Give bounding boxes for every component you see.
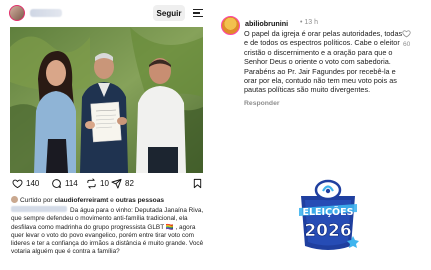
eleicoes-2026-logo: ELEIÇÕES 2026 [299,179,359,250]
comment-icon [52,179,61,188]
more-options-icon[interactable] [193,9,203,17]
commenter-avatar[interactable] [221,16,240,35]
caption-text: Da água para o vinho: Deputada Janaína R… [11,207,204,256]
comment-panel: abiliobrunini • 13 h O papel da igreja é… [216,0,431,270]
liked-by-prefix: Curtido por [20,197,55,204]
post-panel: Seguir 140 114 10 82 Curtido por claudio… [0,0,215,270]
post-author-name-blurred[interactable] [30,9,62,17]
heart-icon [12,179,23,189]
liked-by-connector: e [108,197,116,204]
share-action[interactable]: 82 [111,178,134,189]
post-photo-illustration [10,27,203,173]
commenter-username[interactable]: abiliobrunini [245,19,288,28]
liked-by-others[interactable]: outras pessoas [116,197,164,204]
share-count: 82 [125,179,134,188]
post-author-avatar[interactable] [9,5,25,21]
follow-button[interactable]: Seguir [153,5,185,21]
liked-by-line: Curtido por claudioferreiramt e outras p… [11,196,211,204]
comment-text: O papel da igreja é orar pelas autoridad… [244,29,403,95]
logo-line2: 2026 [304,221,351,241]
post-action-bar: 140 114 10 82 [12,178,212,190]
liked-by-user[interactable]: claudioferreiramt [54,197,108,204]
send-icon [111,178,122,189]
caption-username-blurred[interactable] [11,206,67,212]
logo-line1: ELEIÇÕES [303,206,354,218]
comment-count: 114 [65,179,78,188]
like-count: 140 [26,179,40,188]
comment-timestamp: • 13 h [300,19,319,26]
liker-avatar [11,196,18,203]
repost-count: 10 [100,179,109,188]
comment-like-icon[interactable] [402,29,411,38]
post-caption: Da água para o vinho: Deputada Janaína R… [11,206,207,257]
save-action[interactable] [192,178,206,189]
comment-like-count: 60 [403,41,411,48]
like-action[interactable]: 140 [12,178,39,189]
comment-action[interactable]: 114 [51,178,78,189]
bookmark-icon [193,178,202,189]
reply-button[interactable]: Responder [244,100,280,107]
post-photo[interactable] [10,27,203,173]
repost-action[interactable]: 10 [86,178,109,189]
repost-icon [87,178,96,189]
